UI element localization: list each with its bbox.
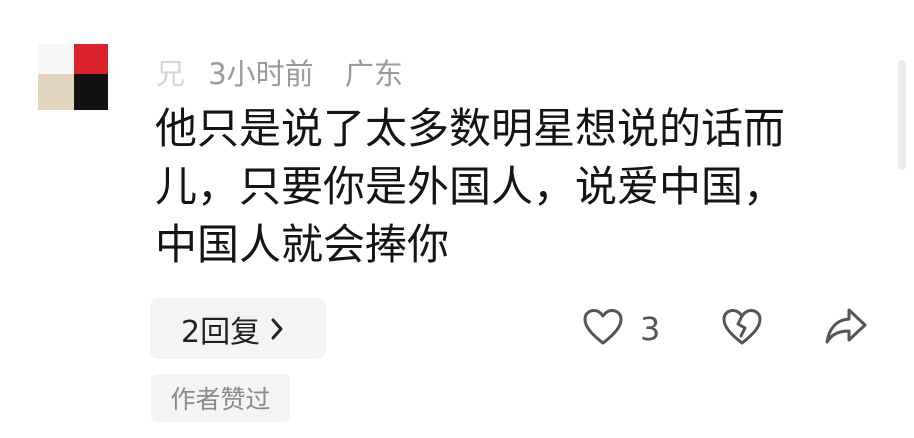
- author-liked-badge: 作者赞过: [151, 374, 290, 422]
- comment-text-line: 儿，只要你是外国人，说爱中国，: [155, 162, 786, 211]
- avatar-beige-block: [38, 74, 74, 110]
- avatar-red-block: [74, 44, 108, 74]
- like-count: 3: [640, 310, 661, 348]
- comment-text-line: 他只是说了太多数明星想说的话而: [155, 104, 786, 153]
- comment-text[interactable]: 他只是说了太多数明星想说的话而 儿，只要你是外国人，说爱中国， 中国人就会捧你: [155, 100, 855, 274]
- avatar-light-block: [38, 44, 74, 74]
- share-arrow-icon: [824, 308, 868, 350]
- user-avatar[interactable]: [38, 40, 110, 114]
- scrollbar-thumb[interactable]: [898, 60, 906, 170]
- comment-meta: 兄 3小时前 广东: [156, 54, 403, 94]
- comment-time: 3小时前: [208, 57, 314, 91]
- share-button[interactable]: [824, 306, 868, 350]
- reply-count-label: 2回复: [181, 314, 261, 350]
- like-button[interactable]: 3: [582, 306, 660, 352]
- dislike-button[interactable]: [721, 308, 763, 350]
- comment-location: 广东: [344, 57, 403, 91]
- view-replies-button[interactable]: 2回复: [150, 298, 326, 359]
- author-liked-label: 作者赞过: [170, 385, 271, 414]
- avatar-black-block: [74, 74, 108, 110]
- comment-item: 兄 3小时前 广东 他只是说了太多数明星想说的话而 儿，只要你是外国人，说爱中国…: [0, 0, 914, 438]
- comment-text-line: 中国人就会捧你: [155, 220, 450, 269]
- username[interactable]: 兄: [156, 57, 185, 91]
- heart-outline-icon: [582, 308, 624, 350]
- chevron-right-icon: [270, 317, 284, 341]
- broken-heart-icon: [721, 309, 763, 350]
